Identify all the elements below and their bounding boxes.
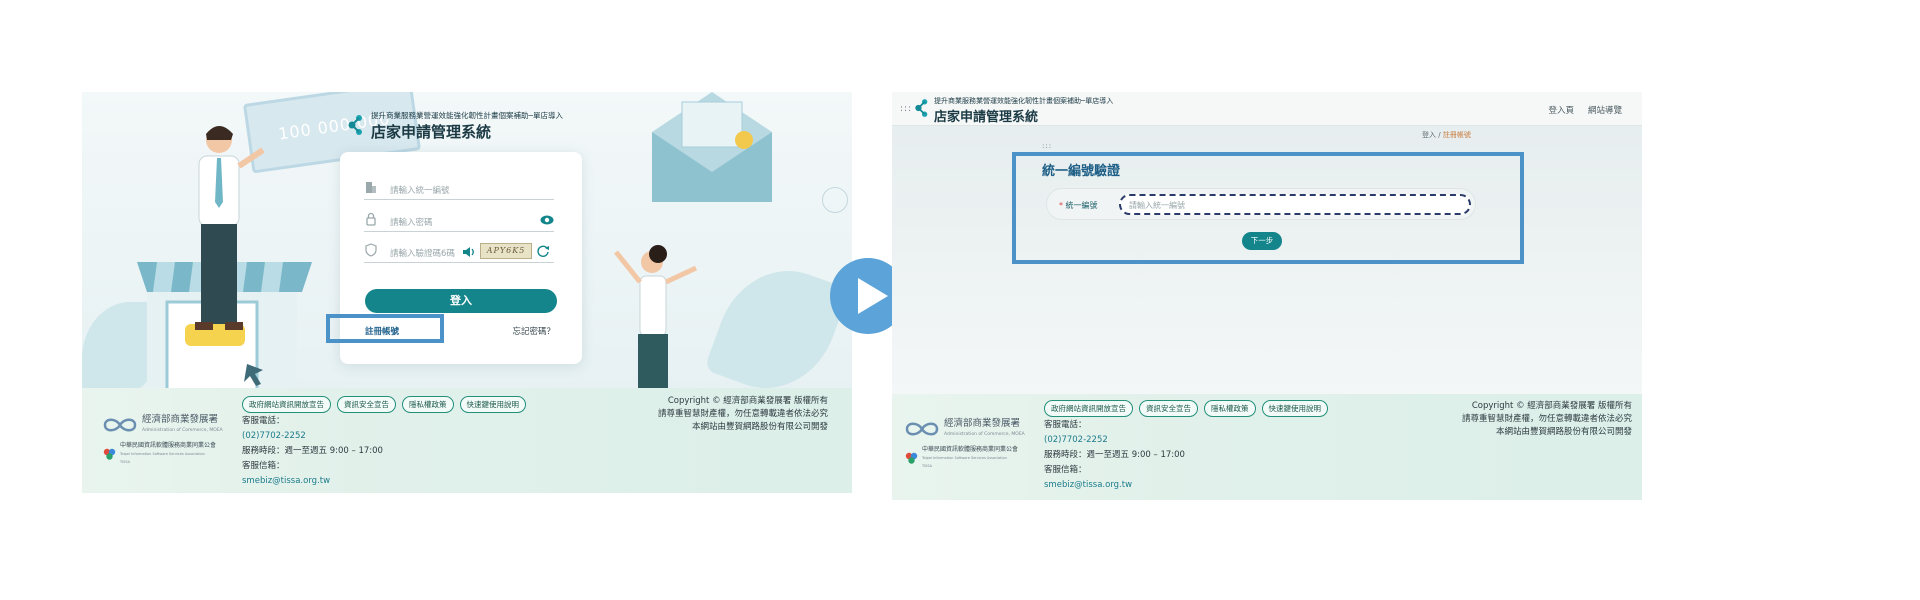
section-dots: ::: — [1042, 142, 1053, 150]
copyright-line-3: 本網站由豐賀網路股份有限公司開發 — [691, 422, 828, 432]
tissa-abbr: TISSA — [922, 464, 933, 468]
nav-site-map[interactable]: 網站導覽 — [1588, 104, 1622, 116]
password-field[interactable]: 請輸入密碼 — [364, 212, 554, 232]
audio-captcha-icon[interactable] — [462, 245, 476, 259]
moea-logo-right: 經濟部商業發展署 Administration of Commerce, MOEA — [904, 418, 1025, 440]
footer-link-shortcuts[interactable]: 快速鍵使用說明 — [459, 396, 526, 413]
login-screen: 100 000 000 提升商業服務業營運效能強化韌性計畫個案補助─單店導入 店… — [82, 92, 852, 493]
footer-links: 政府網站資訊開放宣告 資訊安全宣告 隱私權政策 快速鍵使用說明 — [242, 396, 526, 413]
brand-title-right: 店家申請管理系統 — [934, 110, 1039, 125]
tissa-abbr: TISSA — [120, 460, 131, 464]
moea-name: 經濟部商業發展署 — [142, 414, 219, 425]
footer-link-shortcuts[interactable]: 快速鍵使用說明 — [1261, 400, 1328, 417]
moea-en: Administration of Commerce, MOEA — [142, 428, 223, 433]
top-nav: 登入頁 網站導覽 — [1548, 104, 1622, 116]
comparison-stage: 100 000 000 提升商業服務業營運效能強化韌性計畫個案補助─單店導入 店… — [0, 0, 1920, 600]
register-highlight-box — [326, 314, 444, 343]
phone-number[interactable]: (02)7702-2252 — [242, 429, 383, 444]
brand-subtitle: 提升商業服務業營運效能強化韌性計畫個案補助─單店導入 — [371, 111, 564, 120]
footer-link-privacy[interactable]: 隱私權政策 — [1204, 400, 1256, 417]
contact-info-right: 客服電話： (02)7702-2252 服務時段：週一至週五 9:00 – 17… — [1044, 418, 1185, 493]
phone-label: 客服電話： — [242, 416, 285, 426]
email-label: 客服信箱： — [1044, 465, 1087, 475]
tissa-logo: 中華民國資訊軟體服務商業同業公會 Taipei Information Softw… — [102, 442, 216, 466]
email-link[interactable]: smebiz@tissa.org.tw — [1044, 478, 1185, 493]
menu-icon[interactable]: ::: — [900, 104, 912, 114]
forgot-password-link[interactable]: 忘記密碼？ — [512, 325, 555, 337]
tax-id-placeholder: 請輸入統一編號 — [390, 186, 450, 196]
copyright-line-3: 本網站由豐賀網路股份有限公司開發 — [1495, 427, 1632, 437]
breadcrumb-current: 註冊帳號 — [1442, 131, 1471, 139]
globe-icon — [822, 187, 848, 213]
moea-name: 經濟部商業發展署 — [944, 418, 1021, 429]
footer-link-security[interactable]: 資訊安全宣告 — [1139, 400, 1198, 417]
nav-login-page[interactable]: 登入頁 — [1548, 104, 1574, 116]
password-placeholder: 請輸入密碼 — [390, 218, 433, 228]
copyright-block: Copyright © 經濟部商業發展署 版權所有 請尊重智慧財產權，勿任意轉載… — [658, 395, 828, 434]
copyright-line-1: Copyright © 經濟部商業發展署 版權所有 — [1471, 401, 1632, 411]
building-icon — [366, 182, 376, 193]
brand-logo-icon — [348, 115, 362, 135]
copyright-line-1: Copyright © 經濟部商業發展署 版權所有 — [667, 396, 828, 406]
login-button[interactable]: 登入 — [365, 289, 557, 313]
tissa-en: Taipei Information Software Services Ass… — [922, 456, 1007, 460]
refresh-captcha-icon[interactable] — [536, 244, 550, 258]
moea-emblem-icon — [103, 418, 137, 432]
copyright-block-right: Copyright © 經濟部商業發展署 版權所有 請尊重智慧財產權，勿任意轉載… — [1462, 400, 1632, 439]
footer-right: 政府網站資訊開放宣告 資訊安全宣告 隱私權政策 快速鍵使用說明 經濟部商業發展署… — [892, 394, 1642, 500]
footer-link-open-data[interactable]: 政府網站資訊開放宣告 — [1044, 400, 1133, 417]
captcha-image: APY6K5 — [480, 243, 532, 259]
breadcrumb: 登入 / 註冊帳號 — [1422, 130, 1471, 140]
lock-icon — [366, 212, 376, 226]
contact-info: 客服電話： (02)7702-2252 服務時段：週一至週五 9:00 – 17… — [242, 414, 383, 489]
email-label: 客服信箱： — [242, 461, 285, 471]
verification-screen: ::: 提升商業服務業營運效能強化韌性計畫個案補助─單店導入 店家申請管理系統 … — [892, 92, 1642, 500]
footer-link-open-data[interactable]: 政府網站資訊開放宣告 — [242, 396, 331, 413]
footer-link-security[interactable]: 資訊安全宣告 — [337, 396, 396, 413]
email-link[interactable]: smebiz@tissa.org.tw — [242, 474, 383, 489]
breadcrumb-home[interactable]: 登入 — [1422, 131, 1436, 139]
shield-icon — [365, 243, 377, 257]
tissa-emblem-icon — [103, 448, 116, 460]
brand-title: 店家申請管理系統 — [371, 123, 492, 141]
moea-en: Administration of Commerce, MOEA — [944, 432, 1025, 437]
tissa-name: 中華民國資訊軟體服務商業同業公會 — [120, 442, 217, 449]
breadcrumb-separator: / — [1438, 131, 1441, 139]
captcha-field[interactable]: 請輸入驗證碼6碼 APY6K5 — [364, 243, 554, 263]
brand-subtitle-right: 提升商業服務業營運效能強化韌性計畫個案補助─單店導入 — [934, 97, 1114, 105]
copyright-line-2: 請尊重智慧財產權，勿任意轉載違者依法必究 — [1461, 414, 1632, 424]
phone-number[interactable]: (02)7702-2252 — [1044, 433, 1185, 448]
service-hours: 服務時段：週一至週五 9:00 – 17:00 — [1044, 450, 1185, 460]
footer-link-privacy[interactable]: 隱私權政策 — [402, 396, 454, 413]
brand-logo-icon — [915, 99, 928, 117]
tissa-logo-right: 中華民國資訊軟體服務商業同業公會 Taipei Information Softw… — [904, 446, 1018, 470]
envelope-illustration — [652, 92, 772, 202]
moea-logo: 經濟部商業發展署 Administration of Commerce, MOEA — [102, 414, 223, 436]
tissa-name: 中華民國資訊軟體服務商業同業公會 — [922, 446, 1019, 453]
footer-links-right: 政府網站資訊開放宣告 資訊安全宣告 隱私權政策 快速鍵使用說明 — [1044, 400, 1328, 417]
show-password-icon[interactable] — [540, 214, 554, 226]
footer: 政府網站資訊開放宣告 資訊安全宣告 隱私權政策 快速鍵使用說明 經濟部商業發展署… — [82, 388, 852, 493]
tissa-emblem-icon — [905, 452, 918, 464]
top-bar: ::: 提升商業服務業營運效能強化韌性計畫個案補助─單店導入 店家申請管理系統 … — [892, 92, 1642, 126]
captcha-placeholder: 請輸入驗證碼6碼 — [390, 249, 455, 259]
phone-label: 客服電話： — [1044, 420, 1087, 430]
service-hours: 服務時段：週一至週五 9:00 – 17:00 — [242, 446, 383, 456]
tissa-en: Taipei Information Software Services Ass… — [120, 452, 205, 456]
businessman-illustration — [195, 126, 265, 330]
moea-emblem-icon — [905, 422, 939, 436]
tax-id-field[interactable]: 請輸入統一編號 — [364, 180, 554, 200]
verify-highlight-box — [1012, 152, 1524, 264]
copyright-line-2: 請尊重智慧財產權，勿任意轉載違者依法必究 — [657, 409, 828, 419]
